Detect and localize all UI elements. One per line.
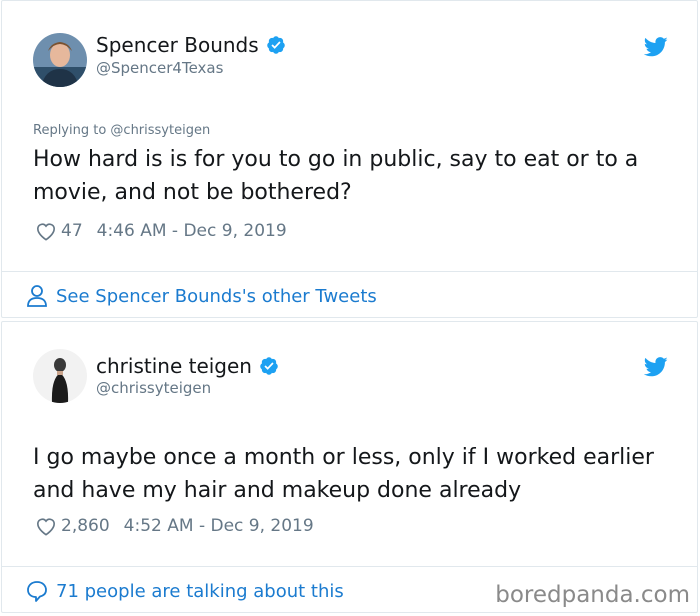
divider [2, 271, 697, 272]
tweet-meta: 47 4:46 AM - Dec 9, 2019 [35, 221, 287, 241]
speech-bubble-icon [27, 581, 47, 602]
avatar[interactable] [33, 349, 87, 403]
timestamp[interactable]: 4:46 AM - Dec 9, 2019 [97, 221, 287, 241]
watermark-logo: boredpanda.com [495, 582, 690, 608]
author-handle[interactable]: @Spencer4Texas [96, 59, 223, 77]
author-handle[interactable]: @chrissyteigen [96, 379, 211, 397]
replying-to[interactable]: Replying to @chrissyteigen [33, 123, 210, 138]
timestamp[interactable]: 4:52 AM - Dec 9, 2019 [124, 516, 314, 536]
see-other-tweets-link[interactable]: See Spencer Bounds's other Tweets [26, 284, 377, 308]
verified-badge-icon [260, 357, 278, 375]
like-count: 47 [61, 221, 83, 241]
author-name[interactable]: christine teigen [96, 354, 279, 378]
twitter-bird-icon[interactable] [644, 37, 668, 57]
author-name-text: Spencer Bounds [96, 33, 259, 57]
see-other-tweets-label: See Spencer Bounds's other Tweets [56, 285, 377, 307]
twitter-bird-icon[interactable] [644, 357, 668, 377]
verified-badge-icon [266, 36, 285, 54]
person-icon [27, 285, 47, 307]
tweet-meta: 2,860 4:52 AM - Dec 9, 2019 [35, 516, 314, 536]
tweet-card: christine teigen @chrissyteigen I go may… [1, 321, 698, 613]
divider [2, 566, 697, 567]
tweet-card: Spencer Bounds @Spencer4Texas Replying t… [1, 0, 698, 318]
author-name-text: christine teigen [96, 354, 252, 378]
conversation-link[interactable]: 71 people are talking about this [26, 579, 344, 603]
heart-icon[interactable] [35, 516, 57, 536]
tweet-text: How hard is is for you to go in public, … [33, 147, 639, 205]
tweet-text: I go maybe once a month or less, only if… [33, 445, 654, 503]
person-avatar-icon [33, 349, 87, 403]
like-count: 2,860 [61, 516, 110, 536]
heart-icon[interactable] [35, 221, 57, 241]
avatar[interactable] [33, 33, 87, 87]
author-name[interactable]: Spencer Bounds [96, 33, 286, 57]
conversation-link-label: 71 people are talking about this [56, 580, 344, 602]
person-avatar-icon [33, 33, 87, 87]
